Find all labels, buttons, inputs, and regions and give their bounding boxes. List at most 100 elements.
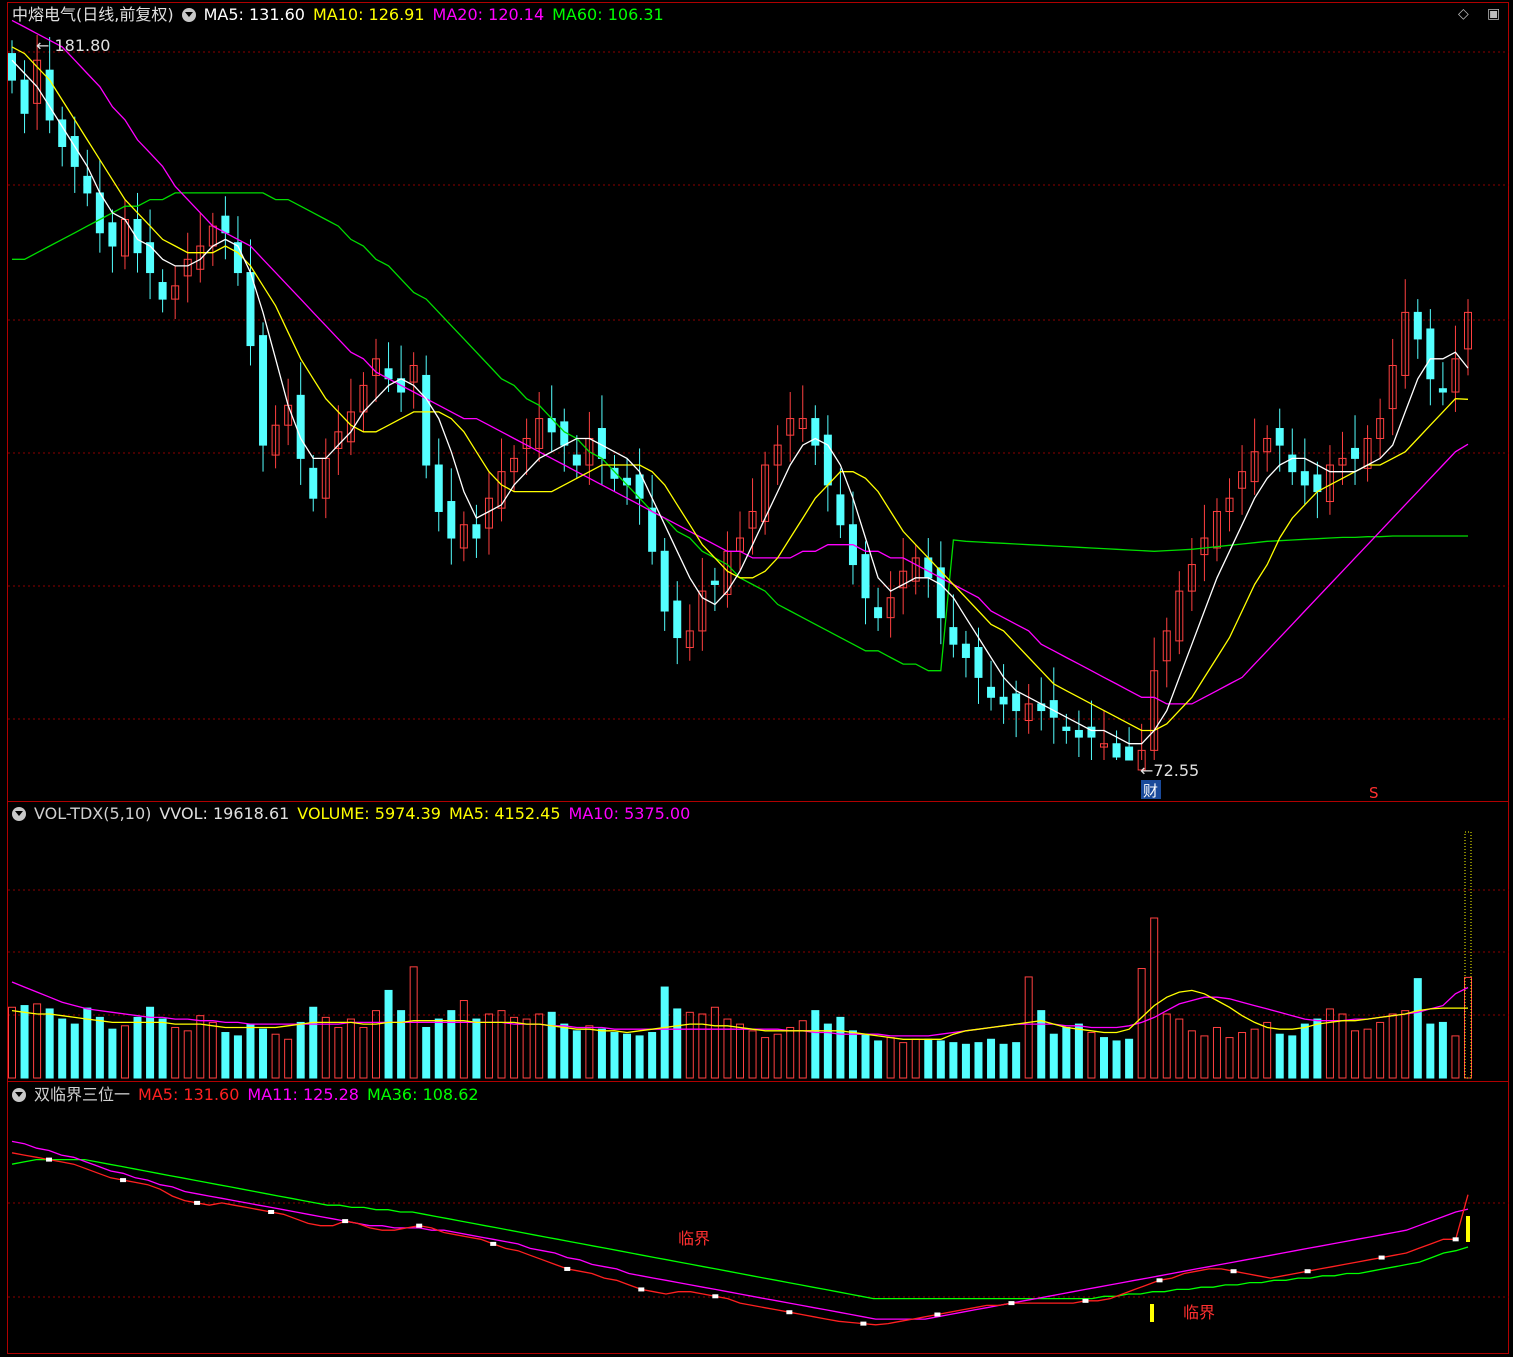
candle-body — [472, 524, 481, 539]
volume-bar — [648, 1032, 657, 1079]
candle-body — [961, 643, 970, 658]
indicator-point-marker — [712, 1294, 719, 1299]
indicator-point-marker — [46, 1157, 53, 1162]
candle-body — [1112, 743, 1121, 758]
volume-bar — [271, 1033, 280, 1079]
volume-bar — [572, 1030, 581, 1079]
volume-bar — [1313, 1018, 1322, 1079]
volume-bar — [987, 1038, 996, 1079]
volume-bar — [95, 1016, 104, 1079]
candle-body — [158, 282, 167, 300]
volume-bar — [346, 1018, 355, 1079]
volume-bar — [886, 1037, 895, 1079]
volume-bar — [359, 1026, 368, 1079]
volume-bar — [798, 1020, 807, 1079]
volume-bar — [1263, 1021, 1272, 1079]
volume-bar — [1464, 976, 1472, 1079]
volume-bar — [208, 1021, 217, 1079]
volume-bar — [183, 1030, 192, 1079]
volume-bar — [736, 1023, 744, 1079]
volume-bar — [874, 1040, 883, 1079]
candle-body — [1012, 693, 1021, 712]
chart-canvas[interactable]: ← 181.80←72.55财 S临界临界 — [0, 0, 1513, 1357]
volume-bar — [861, 1033, 870, 1079]
candle-body — [1413, 311, 1422, 340]
volume-bar — [1062, 1026, 1071, 1079]
volume-bar — [8, 1006, 16, 1079]
volume-bar — [623, 1033, 632, 1079]
indicator-point-marker — [268, 1210, 275, 1214]
candle-body — [974, 647, 983, 678]
ma60-line — [12, 192, 1468, 672]
volume-bar — [171, 1026, 180, 1079]
volume-bar — [1074, 1023, 1083, 1079]
volume-bar — [836, 1016, 845, 1079]
volume-bar — [70, 1023, 79, 1079]
volume-bar — [1401, 1010, 1410, 1079]
volume-bar — [1288, 1035, 1297, 1079]
volume-bar — [1238, 1032, 1247, 1079]
candle-body — [259, 335, 268, 446]
volume-bar — [585, 1025, 594, 1079]
volume-bar — [936, 1040, 945, 1079]
volume-bar — [158, 1018, 167, 1079]
candle-body — [823, 434, 832, 486]
volume-bar — [1351, 1030, 1360, 1079]
volume-bar — [1413, 978, 1422, 1079]
indicator-point-marker — [1082, 1298, 1089, 1303]
indicator-point-marker — [1452, 1237, 1459, 1242]
volume-bar — [1250, 1028, 1259, 1079]
volume-bar — [1150, 917, 1159, 1079]
volume-bar — [1376, 1021, 1385, 1079]
volume-bar — [597, 1028, 606, 1079]
volume-bar — [259, 1028, 268, 1079]
candle-body — [673, 600, 682, 639]
candle-body — [20, 79, 29, 114]
candle-body — [874, 607, 883, 619]
candle-body — [1426, 328, 1435, 380]
volume-bar — [999, 1043, 1008, 1079]
candle-body — [1351, 447, 1360, 459]
volume-bar — [1200, 1035, 1209, 1079]
candle-body — [987, 686, 996, 698]
last-bar-marker — [1464, 831, 1472, 1079]
volume-bar — [309, 1006, 318, 1079]
indicator-ma5-line — [11, 1152, 1469, 1326]
candle-body — [1275, 428, 1284, 446]
volume-bar — [233, 1035, 242, 1079]
candle-body — [1062, 726, 1071, 731]
s-marker: S — [1369, 784, 1379, 802]
volume-bar — [1024, 976, 1033, 1079]
low-price-label: ←72.55 — [1140, 761, 1199, 780]
volume-bar — [522, 1018, 531, 1079]
candle-body — [83, 175, 92, 194]
candle-body — [1125, 746, 1134, 761]
volume-bar — [334, 1026, 343, 1079]
volume-bar — [786, 1026, 795, 1079]
candle-body — [296, 394, 305, 459]
volume-bar — [1451, 1035, 1460, 1079]
indicator-point-marker — [860, 1321, 867, 1326]
volume-bar — [296, 1021, 305, 1079]
volume-bar — [660, 986, 669, 1079]
candle-body — [8, 53, 16, 81]
volume-bar — [949, 1042, 958, 1079]
volume-bar — [459, 1000, 468, 1079]
volume-bar — [434, 1018, 443, 1079]
candle-body — [949, 627, 958, 645]
candle-body — [1313, 474, 1322, 493]
indicator-point-marker — [194, 1200, 201, 1205]
volume-bar — [1175, 1018, 1184, 1079]
indicator-point-marker — [1230, 1269, 1237, 1274]
critical-marker: 临界 — [1183, 1303, 1215, 1322]
volume-bar — [1049, 1033, 1058, 1079]
indicator-ma36-line — [11, 1158, 1469, 1300]
candle-body — [434, 464, 443, 512]
high-price-label: ← 181.80 — [36, 36, 110, 55]
candle-body — [660, 550, 669, 612]
volume-bar — [1363, 1028, 1372, 1079]
volume-bar — [911, 1038, 920, 1079]
volume-bar — [1338, 1013, 1347, 1079]
volume-bar — [108, 1028, 117, 1079]
candle-body — [836, 494, 845, 526]
